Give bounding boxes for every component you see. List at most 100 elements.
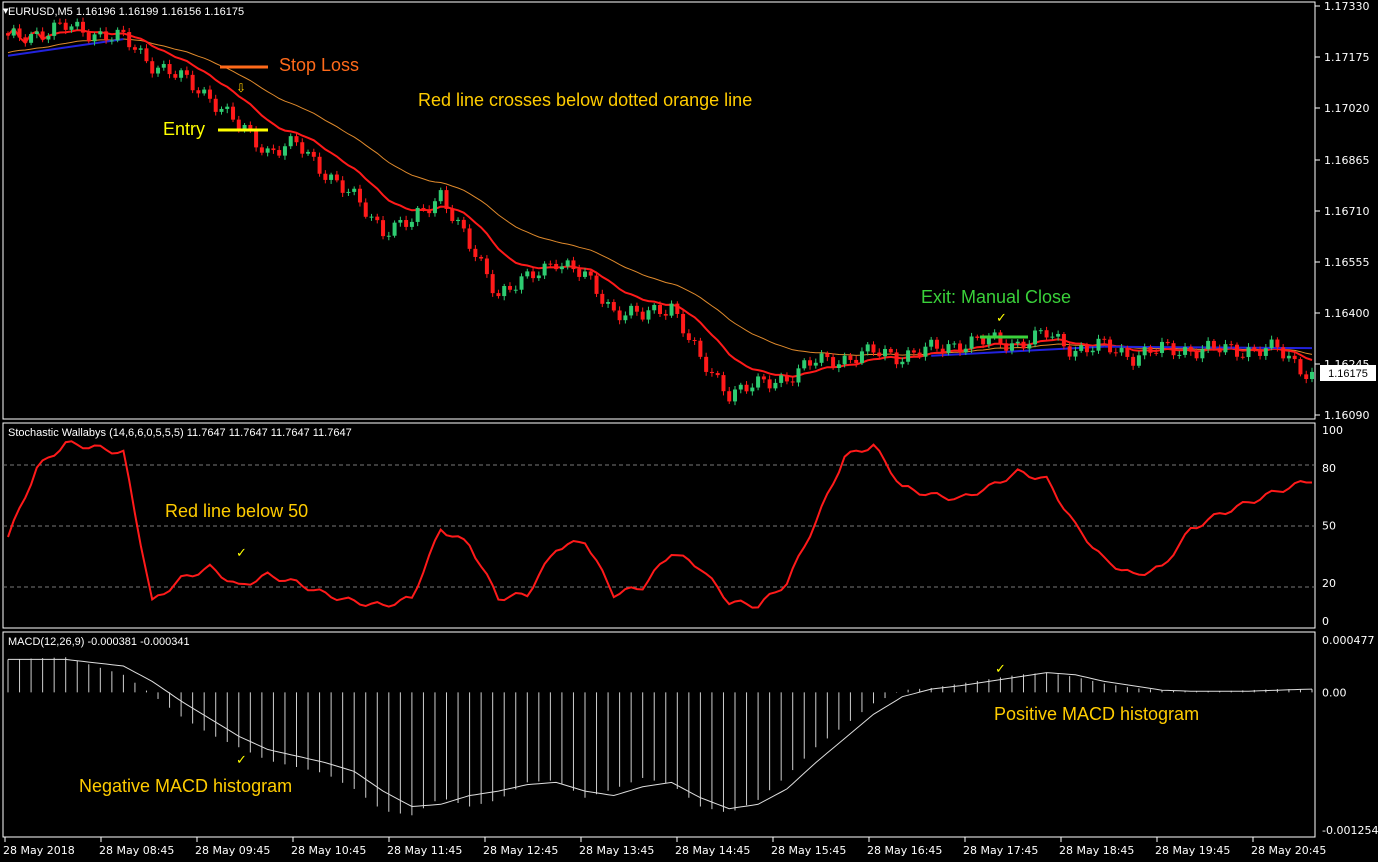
candle: [709, 368, 714, 377]
candle: [202, 86, 207, 96]
candle: [184, 66, 189, 79]
candle: [1217, 344, 1222, 357]
price-tick-label: 1.17175: [1324, 51, 1370, 64]
candle: [629, 303, 634, 319]
stoch-annotation: Red line below 50: [165, 501, 308, 521]
triangle-down-icon[interactable]: ▼: [3, 7, 9, 15]
candle: [150, 57, 155, 78]
time-tick-label: 28 May 09:45: [195, 844, 270, 857]
candle: [686, 329, 691, 343]
candle: [1223, 339, 1228, 355]
candle: [894, 348, 899, 369]
candle: [277, 145, 282, 158]
candle: [1310, 367, 1314, 383]
macd-tick-label: 0.000477: [1322, 634, 1375, 647]
candle: [802, 358, 807, 371]
candle: [213, 94, 218, 116]
candle: [1044, 326, 1049, 342]
candle: [836, 360, 841, 373]
time-tick-label: 28 May 12:45: [483, 844, 558, 857]
time-tick-label: 28 May 17:45: [963, 844, 1038, 857]
entry-label: Entry: [163, 119, 205, 139]
macd-axis: 0.000477 0.00 -0.001254: [1322, 634, 1378, 837]
trading-chart[interactable]: ⇩ 1.173301.171751.170201.168651.167101.1…: [0, 0, 1378, 862]
candle: [490, 269, 495, 297]
candle: [323, 170, 328, 184]
candle: [288, 133, 293, 150]
candle: [23, 34, 28, 47]
candle: [75, 18, 80, 30]
candle: [98, 27, 103, 38]
candle: [415, 205, 420, 227]
candle: [559, 262, 564, 274]
candle: [34, 27, 39, 39]
price-tick-label: 1.16710: [1324, 205, 1370, 218]
time-tick-label: 28 May 11:45: [387, 844, 462, 857]
candle: [1263, 344, 1268, 360]
stoch-header: Stochastic Wallabys (14,6,6,0,5,5,5) 11.…: [8, 427, 352, 439]
candle: [906, 347, 911, 365]
stoch-tick-label: 50: [1322, 520, 1336, 533]
stoch-tick-label: 0: [1322, 615, 1329, 628]
candle: [473, 245, 478, 262]
candle: [640, 307, 645, 322]
candle: [888, 347, 893, 355]
candle: [81, 17, 86, 37]
candle: [675, 301, 680, 318]
candle: [565, 258, 570, 270]
candle: [1286, 351, 1291, 362]
candle: [911, 348, 916, 357]
candle: [623, 311, 628, 324]
current-price-label: 1.16175: [1328, 368, 1368, 380]
candle: [1142, 343, 1147, 360]
candle: [738, 382, 743, 394]
candle: [1102, 336, 1107, 344]
candle: [179, 68, 184, 82]
candle: [831, 353, 836, 370]
candle: [634, 302, 639, 316]
candle: [334, 170, 339, 183]
candle: [507, 282, 512, 293]
time-axis: 28 May 2018 28 May 08:45 28 May 09:45 28 Ma…: [3, 837, 1326, 857]
candle: [502, 283, 507, 301]
candle: [525, 268, 530, 279]
candle: [1188, 344, 1193, 356]
time-tick-label: 28 May 19:45: [1155, 844, 1230, 857]
candle: [600, 289, 605, 308]
candle: [611, 299, 616, 313]
macd-header: MACD(12,26,9) -0.000381 -0.000341: [8, 636, 190, 648]
candle: [715, 370, 720, 378]
price-tick-label: 1.17020: [1324, 102, 1370, 115]
macd-panel-frame: [2, 631, 1316, 838]
candle: [929, 336, 934, 351]
candle: [744, 381, 749, 394]
candle: [496, 289, 501, 299]
candle: [196, 87, 201, 98]
candle: [727, 386, 732, 404]
candle: [138, 45, 143, 54]
candle: [784, 372, 789, 385]
candle: [127, 28, 132, 51]
candle: [409, 218, 414, 230]
stoch-tick-label: 100: [1322, 424, 1343, 437]
candle: [513, 285, 518, 294]
down-arrow-icon: ⇩: [236, 81, 246, 95]
candle: [554, 259, 559, 272]
candle: [756, 373, 761, 391]
candle: [652, 303, 657, 314]
candle: [796, 364, 801, 387]
candle: [1136, 351, 1141, 368]
macd-negative-annotation: Negative MACD histogram: [79, 776, 292, 796]
candle: [1159, 337, 1164, 358]
time-tick-label: 28 May 08:45: [99, 844, 174, 857]
candle: [808, 356, 813, 370]
candle: [1240, 352, 1245, 360]
candle: [461, 216, 466, 233]
candle: [1061, 331, 1066, 350]
candle: [352, 186, 357, 196]
candle: [444, 186, 449, 214]
candle: [115, 27, 120, 43]
candle: [542, 261, 547, 280]
candle: [219, 106, 224, 115]
candle: [871, 341, 876, 356]
